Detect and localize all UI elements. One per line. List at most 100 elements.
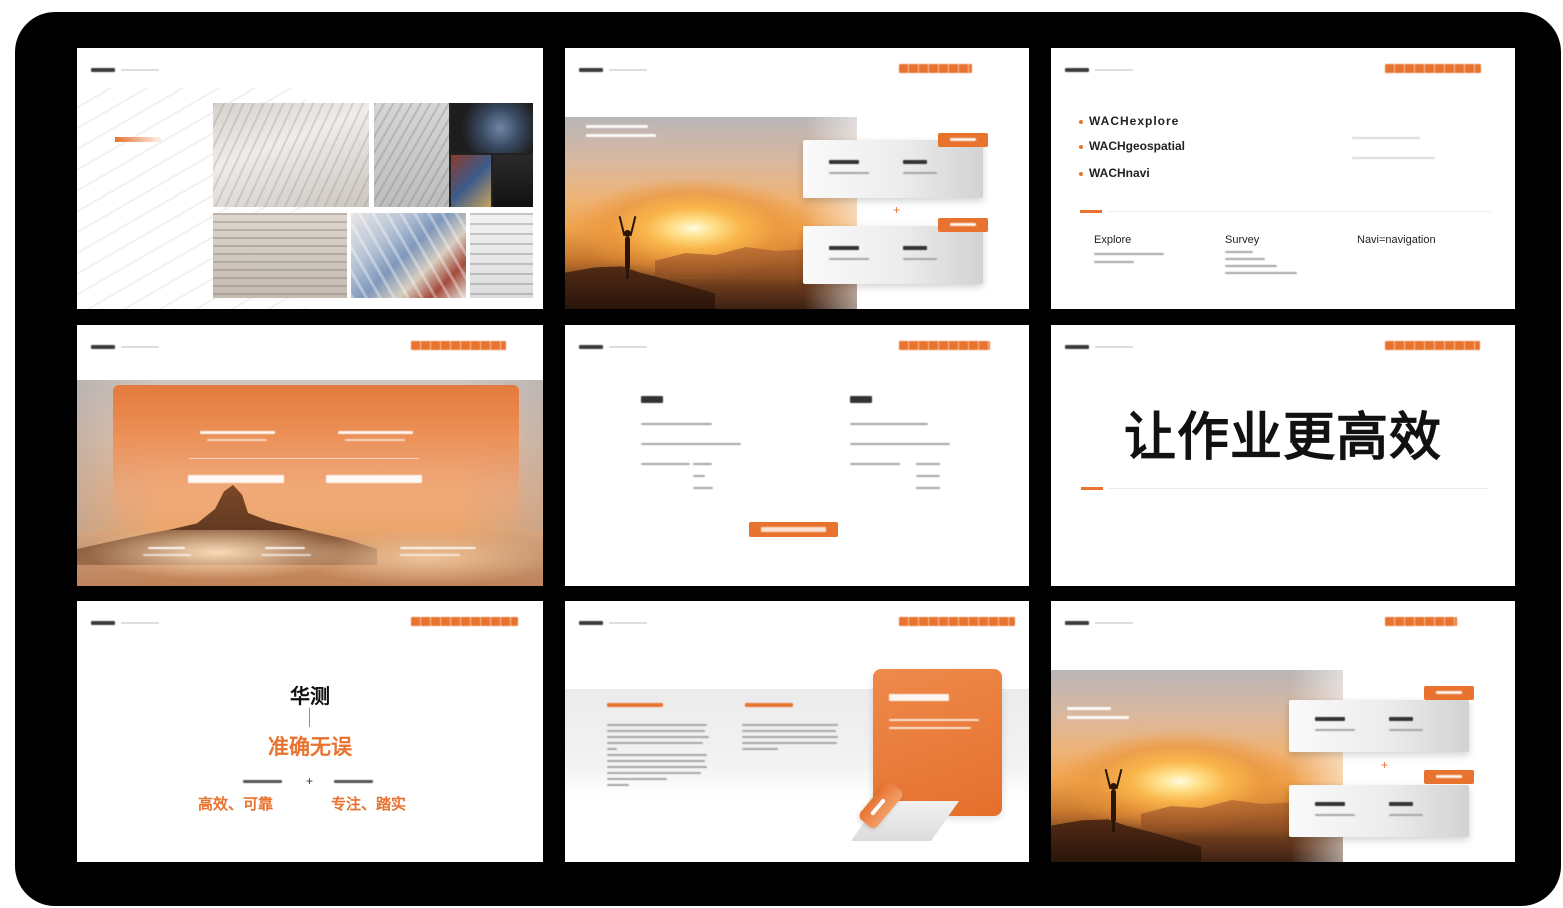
- accent-bar: [115, 137, 161, 142]
- bullet-item: WACHgeospatial: [1089, 139, 1186, 153]
- column-heading: [745, 703, 793, 707]
- document-photo: [374, 103, 533, 207]
- slide-logo-caption: [1095, 69, 1133, 71]
- text-line: [1225, 258, 1265, 260]
- text-line: [742, 736, 838, 738]
- value-label-line: [243, 780, 282, 783]
- plus-sign: +: [306, 774, 314, 788]
- slide-logo: [1065, 621, 1089, 625]
- bullet-item: WACHexplore: [1089, 114, 1180, 128]
- panel-divider: [189, 458, 419, 459]
- text-line: [641, 423, 712, 425]
- text-line: [607, 730, 705, 732]
- slide-logo: [91, 68, 115, 72]
- plus-sign: +: [893, 203, 901, 217]
- text-line: [607, 772, 701, 774]
- text-line: [742, 742, 837, 744]
- info-card: [803, 226, 983, 284]
- accent-bar: [1081, 487, 1103, 490]
- faint-text-line: [1352, 157, 1435, 159]
- plus-sign: +: [1381, 758, 1389, 772]
- tagline: 准确无误: [268, 736, 352, 759]
- text-line: [742, 724, 838, 726]
- slide-title: [411, 617, 518, 626]
- question-button: [749, 522, 838, 537]
- panel-heading-line: [326, 475, 422, 483]
- slide-9: +: [1051, 601, 1515, 862]
- slide-title: [1385, 341, 1480, 350]
- divider: [1107, 488, 1488, 489]
- text-line: [607, 724, 707, 726]
- value-label-line: [334, 780, 373, 783]
- slide-logo: [579, 345, 603, 349]
- info-card: [1289, 785, 1469, 837]
- text-line: [1094, 253, 1164, 255]
- photo-caption-line: [1067, 716, 1129, 719]
- text-line: [850, 423, 928, 425]
- card-tag: [1424, 770, 1474, 784]
- text-line: [607, 760, 705, 762]
- info-card: [1289, 700, 1469, 752]
- vertical-connector: [309, 708, 310, 727]
- slide-1: [77, 48, 543, 309]
- slide-title: [899, 64, 972, 73]
- text-line: [641, 463, 690, 465]
- slide-6: 让作业更高效: [1051, 325, 1515, 586]
- value-left: 高效、可靠: [198, 796, 274, 813]
- slide-logo-caption: [121, 346, 159, 348]
- photo-caption-line: [586, 134, 656, 137]
- caption-line: [400, 554, 460, 556]
- slide-title: [899, 617, 1015, 626]
- slide-7: 华测 准确无误 + 高效、可靠 专注、踏实: [77, 601, 543, 862]
- text-line: [607, 766, 707, 768]
- text-line: [607, 784, 629, 786]
- slide-4: [77, 325, 543, 586]
- slide-logo-caption: [121, 622, 159, 624]
- cloud-layer: [77, 530, 543, 586]
- text-line: [693, 463, 712, 465]
- panel-text-line: [200, 431, 275, 434]
- column-heading: [641, 396, 663, 403]
- slide-5: [565, 325, 1029, 586]
- slide-title: [899, 341, 990, 350]
- panel-heading-line: [188, 475, 284, 483]
- text-line: [1225, 265, 1277, 267]
- faint-text-line: [1352, 137, 1420, 139]
- text-line: [1225, 272, 1297, 274]
- card-tag: [938, 218, 988, 232]
- caption-line: [400, 547, 476, 549]
- bullet-icon: [1079, 172, 1083, 176]
- column-heading: Explore: [1094, 234, 1132, 246]
- column-heading: Survey: [1225, 234, 1260, 246]
- column-heading: Navi=navigation: [1357, 234, 1436, 246]
- text-line: [607, 754, 707, 756]
- text-line: [1225, 251, 1253, 253]
- text-line: [607, 742, 703, 744]
- bullet-item: WACHnavi: [1089, 166, 1150, 180]
- divider: [1107, 211, 1491, 212]
- slide-logo: [579, 68, 603, 72]
- slide-logo-caption: [609, 622, 647, 624]
- caption-line: [261, 554, 311, 556]
- column-heading: [607, 703, 663, 707]
- panel-text-line: [207, 439, 267, 441]
- caption-line: [265, 547, 305, 549]
- slide-logo-caption: [609, 69, 647, 71]
- column-heading: [850, 396, 872, 403]
- text-line: [916, 487, 940, 489]
- text-line: [742, 748, 778, 750]
- info-card: [803, 140, 983, 198]
- text-line: [850, 463, 900, 465]
- slide-title: [411, 341, 506, 350]
- brand-name: 华测: [290, 686, 330, 708]
- slide-logo-caption: [121, 69, 159, 71]
- document-photo: [213, 213, 347, 298]
- slide-logo-caption: [609, 346, 647, 348]
- slide-logo: [1065, 68, 1089, 72]
- slide-title: [1385, 64, 1481, 73]
- card-tag: [938, 133, 988, 147]
- slide-logo: [1065, 345, 1089, 349]
- text-line: [1094, 261, 1134, 263]
- accent-bar: [1080, 210, 1102, 213]
- slide-logo: [91, 621, 115, 625]
